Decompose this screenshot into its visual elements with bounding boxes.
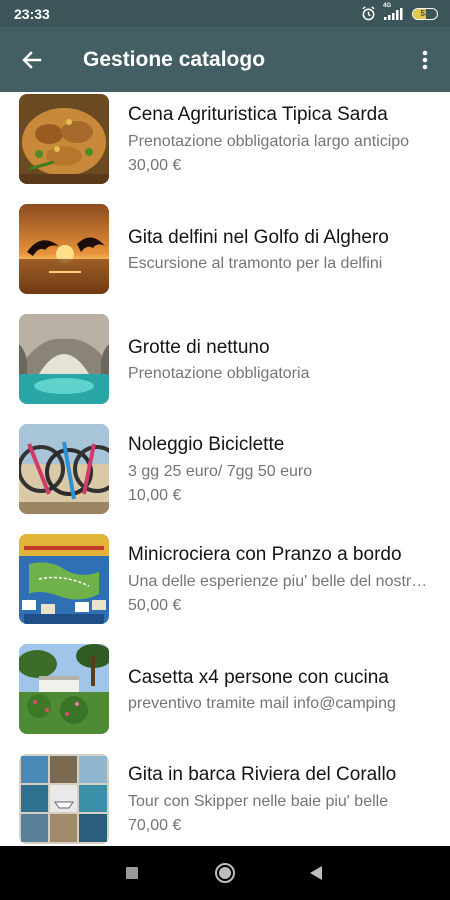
item-description: Una delle esperienze piu' belle del nost… <box>128 573 430 590</box>
boat-collage-photo <box>19 754 109 844</box>
recents-square-icon <box>126 867 138 879</box>
item-description: 3 gg 25 euro/ 7gg 50 euro <box>128 463 313 480</box>
bicycles-photo <box>19 424 109 514</box>
list-item[interactable]: Noleggio Biciclette 3 gg 25 euro/ 7gg 50… <box>0 422 450 532</box>
item-title: Cena Agrituristica Tipica Sarda <box>128 104 388 125</box>
item-thumbnail <box>19 424 109 514</box>
status-bar: 23:33 4G 53 <box>0 0 450 27</box>
list-item[interactable]: Casetta x4 persone con cucina preventivo… <box>0 642 450 752</box>
item-description: preventivo tramite mail info@camping <box>128 695 396 712</box>
item-price: 30,00 € <box>128 157 182 174</box>
item-thumbnail <box>19 204 109 294</box>
list-item[interactable]: Gita delfini nel Golfo di Alghero Escurs… <box>0 202 450 312</box>
battery-icon: 53 <box>412 7 438 20</box>
recents-button[interactable] <box>112 853 152 893</box>
item-thumbnail <box>19 314 109 404</box>
item-description: Prenotazione obbligatoria <box>128 365 310 382</box>
app-bar: Gestione catalogo <box>0 27 450 92</box>
item-title: Noleggio Biciclette <box>128 434 285 455</box>
item-title: Grotte di nettuno <box>128 337 270 358</box>
status-icons: 4G 53 <box>361 3 438 21</box>
item-price: 10,00 € <box>128 487 182 504</box>
item-thumbnail <box>19 534 109 624</box>
back-triangle-icon <box>310 866 322 880</box>
item-thumbnail <box>19 94 109 184</box>
more-vert-icon <box>422 50 428 69</box>
more-options-button[interactable] <box>400 27 450 92</box>
home-button[interactable] <box>205 853 245 893</box>
back-nav-button[interactable] <box>296 853 336 893</box>
item-description: Prenotazione obbligatoria largo anticipo <box>128 133 410 150</box>
system-nav-bar <box>0 846 450 900</box>
list-item[interactable]: Minicrociera con Pranzo a bordo Una dell… <box>0 532 450 642</box>
item-title: Minicrociera con Pranzo a bordo <box>128 544 402 565</box>
status-time: 23:33 <box>14 5 50 22</box>
list-item[interactable]: Grotte di nettuno Prenotazione obbligato… <box>0 312 450 422</box>
signal-icon: 4G <box>383 3 405 21</box>
camping-house-photo <box>19 644 109 734</box>
item-description: Escursione al tramonto per la delfini <box>128 255 383 272</box>
item-title: Casetta x4 persone con cucina <box>128 667 389 688</box>
item-title: Gita in barca Riviera del Corallo <box>128 764 397 785</box>
item-title: Gita delfini nel Golfo di Alghero <box>128 227 389 248</box>
cruise-map-photo <box>19 534 109 624</box>
item-thumbnail <box>19 754 109 844</box>
battery-percent: 53 <box>420 8 430 18</box>
list-item[interactable]: Gita in barca Riviera del Corallo Tour c… <box>0 752 450 846</box>
item-price: 50,00 € <box>128 597 182 614</box>
arrow-back-icon <box>22 50 42 69</box>
item-description: Tour con Skipper nelle baie piu' belle <box>128 793 389 810</box>
sea-cave-photo <box>19 314 109 404</box>
sunset-dolphins-photo <box>19 204 109 294</box>
food-dish-photo <box>19 94 109 184</box>
item-price: 70,00 € <box>128 817 182 834</box>
alarm-icon <box>362 6 375 21</box>
catalog-list[interactable]: Cena Agrituristica Tipica Sarda Prenotaz… <box>0 92 450 846</box>
list-item[interactable]: Cena Agrituristica Tipica Sarda Prenotaz… <box>0 92 450 202</box>
back-button[interactable] <box>0 27 64 92</box>
page-title: Gestione catalogo <box>83 47 266 71</box>
item-thumbnail <box>19 644 109 734</box>
home-circle-icon <box>215 863 235 883</box>
